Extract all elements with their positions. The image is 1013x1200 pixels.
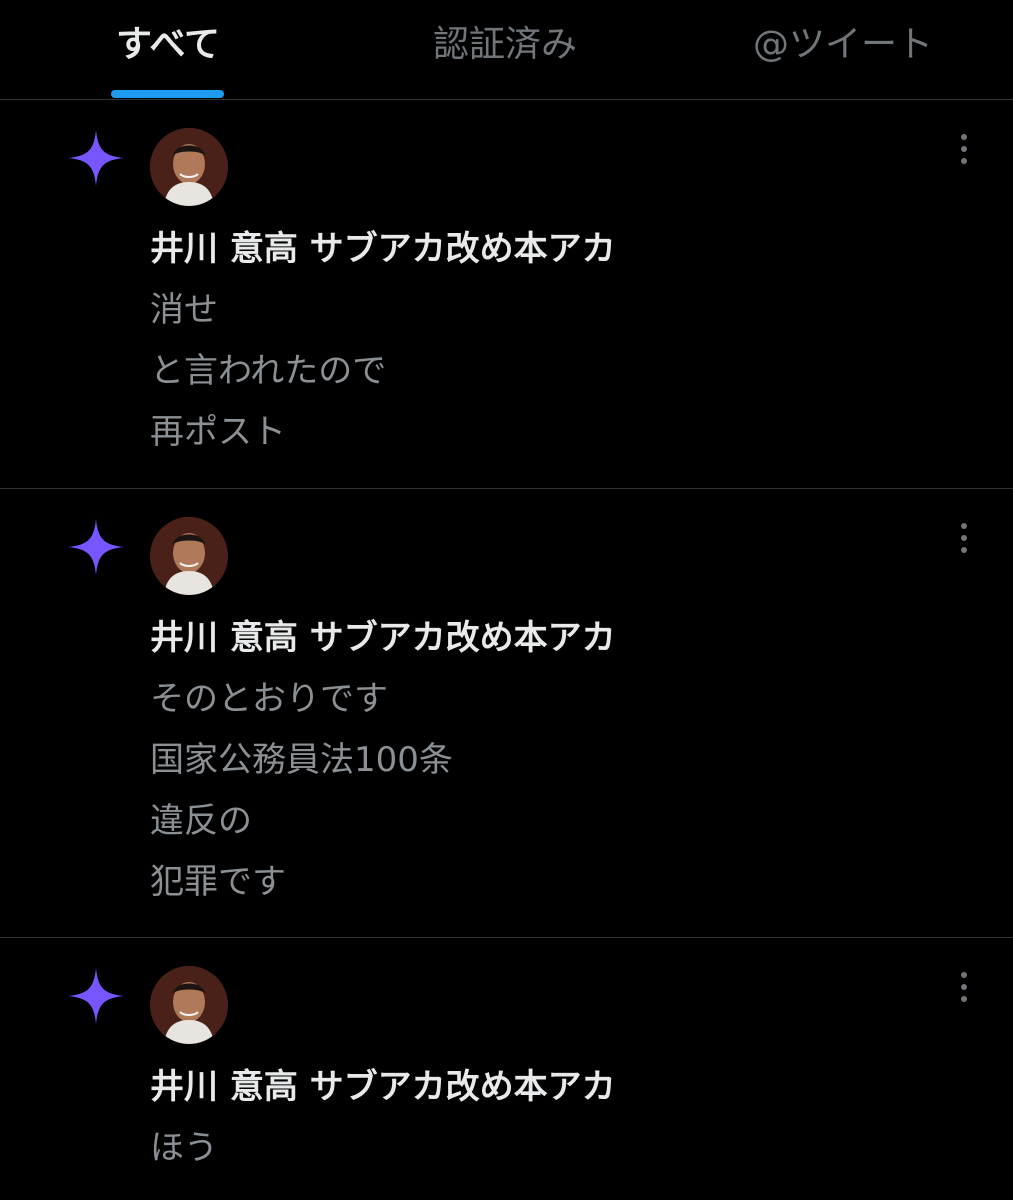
tab-all[interactable]: すべて	[112, 22, 224, 68]
avatar[interactable]	[150, 128, 228, 206]
sparkle-icon	[68, 130, 124, 186]
avatar[interactable]	[150, 517, 228, 595]
notification-item[interactable]: 井川 意高 サブアカ改め本アカ そのとおりです 国家公務員法100条 違反の 犯…	[0, 489, 1013, 938]
post-text-line: 再ポスト	[150, 412, 286, 452]
sparkle-icon	[68, 968, 124, 1024]
post-text-line: 違反の	[150, 801, 252, 841]
avatar[interactable]	[150, 966, 228, 1044]
post-text-line: 国家公務員法100条	[150, 740, 453, 780]
more-options-icon[interactable]	[954, 521, 974, 555]
author-name[interactable]: 井川 意高 サブアカ改め本アカ	[150, 616, 616, 660]
active-tab-indicator	[111, 90, 224, 98]
post-text-line: 消せ	[150, 290, 218, 330]
post-text-line: と言われたので	[150, 351, 387, 391]
tab-verified[interactable]: 認証済み	[420, 22, 590, 68]
author-name[interactable]: 井川 意高 サブアカ改め本アカ	[150, 227, 616, 271]
more-options-icon[interactable]	[954, 132, 974, 166]
post-text-line: ほう	[150, 1128, 218, 1168]
tab-mentions[interactable]: @ツイート	[748, 22, 938, 68]
notification-tabs: すべて 認証済み @ツイート	[0, 0, 1013, 100]
post-text-line: 犯罪です	[150, 862, 286, 902]
post-text-line: そのとおりです	[150, 679, 388, 719]
notification-item[interactable]: 井川 意高 サブアカ改め本アカ 消せ と言われたので 再ポスト	[0, 100, 1013, 489]
notification-item[interactable]: 井川 意高 サブアカ改め本アカ ほう	[0, 938, 1013, 1200]
author-name[interactable]: 井川 意高 サブアカ改め本アカ	[150, 1065, 616, 1109]
sparkle-icon	[68, 519, 124, 575]
more-options-icon[interactable]	[954, 970, 974, 1004]
